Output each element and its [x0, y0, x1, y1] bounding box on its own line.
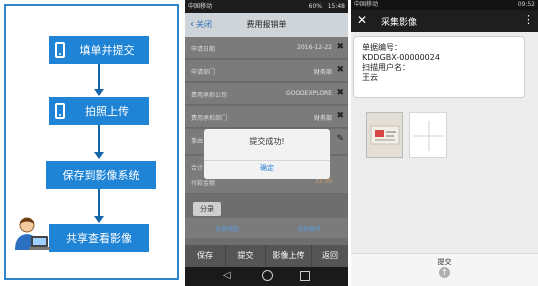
- flow-arrow: [94, 189, 104, 223]
- step-label: 拍照上传: [85, 105, 129, 118]
- capture-image-screen: 中国移动 09:52 ✕ 采集影像 ⋮ 单据编号： KDDGBX-0000002…: [351, 0, 538, 286]
- page-title: 费用报销单: [246, 20, 287, 29]
- scanner-label: 扫描用户名：: [362, 63, 410, 72]
- dialog-ok-button[interactable]: 确定: [204, 163, 330, 173]
- app-header: ✕ 采集影像 ⋮: [351, 10, 538, 32]
- step-share-view: 共享查看影像: [49, 224, 149, 252]
- field-label: 付款金额: [191, 180, 216, 187]
- success-dialog: 提交成功! 确定: [204, 129, 330, 179]
- field-value: 33.00: [314, 178, 332, 185]
- field-row[interactable]: 申请日期 2016-12-22 ✖: [185, 37, 348, 59]
- submit-button-label[interactable]: 提交: [351, 257, 538, 267]
- add-image-button[interactable]: [409, 112, 447, 158]
- field-value: GOODEXPLORE: [285, 90, 332, 97]
- field-label: 费用承担公司: [191, 92, 228, 99]
- field-row[interactable]: 费用承担公司 GOODEXPLORE ✖: [185, 83, 348, 105]
- save-button[interactable]: 保存: [185, 245, 225, 267]
- bottom-action-bar: 保存 提交 影像上传 返回: [185, 245, 348, 267]
- recents-square-icon[interactable]: [300, 271, 310, 281]
- plus-icon: [414, 121, 444, 151]
- home-circle-icon[interactable]: [262, 270, 273, 281]
- field-label: 事由: [191, 138, 204, 145]
- dialog-divider: [204, 160, 330, 161]
- step-save-image-system: 保存到影像系统: [46, 161, 156, 189]
- field-row[interactable]: 申请部门 财务部 ✖: [185, 60, 348, 82]
- submit-bar: 提交 ↑: [351, 253, 538, 286]
- receipt-image-icon: [370, 125, 400, 145]
- clear-icon[interactable]: ✖: [336, 111, 344, 121]
- doc-number-label: 单据编号：: [362, 43, 402, 52]
- step-label: 填单并提交: [79, 44, 135, 57]
- flow-arrow: [94, 64, 104, 96]
- edit-icon[interactable]: ✎: [336, 134, 344, 144]
- clear-icon[interactable]: ✖: [336, 65, 344, 75]
- field-value: 财务部: [313, 69, 332, 76]
- time-text: 15:48: [327, 3, 345, 10]
- carrier-text: 中国移动: [188, 3, 213, 10]
- user-computer-icon: [15, 217, 50, 250]
- clear-icon[interactable]: ✖: [336, 42, 344, 52]
- submit-button[interactable]: 提交: [225, 245, 265, 267]
- status-bar: 中国移动 60% 15:48: [185, 0, 348, 13]
- app-header: ‹ 关闭 费用报销单: [185, 13, 348, 37]
- android-nav-bar: ◁: [185, 267, 348, 286]
- field-label: 申请日期: [191, 46, 216, 53]
- return-button[interactable]: 返回: [311, 245, 348, 267]
- expense-form-screen: 中国移动 60% 15:48 ‹ 关闭 费用报销单 申请日期 2016-12-2…: [185, 0, 348, 286]
- collapse-all-link[interactable]: 全部收起: [215, 224, 239, 233]
- field-row[interactable]: 费用承担部门 财务部 ✖: [185, 106, 348, 128]
- phone-icon: [55, 42, 65, 58]
- workflow-diagram: 填单并提交 拍照上传 保存到影像系统 共享查看影像: [4, 4, 179, 280]
- carrier-text: 中国移动: [354, 1, 379, 8]
- phone-icon: [55, 103, 65, 119]
- step-label: 保存到影像系统: [62, 169, 140, 182]
- field-label: 费用承担部门: [191, 115, 228, 122]
- close-icon[interactable]: ✕: [357, 13, 367, 27]
- status-bar: 中国移动 09:52: [351, 0, 538, 10]
- entries-links-bar: 全部收起 全部展开: [185, 218, 348, 238]
- doc-number-value: KDDGBX-00000024: [362, 53, 440, 62]
- field-label: 申请部门: [191, 69, 216, 76]
- step-label: 共享查看影像: [66, 232, 132, 245]
- field-value: 2016-12-22: [297, 44, 332, 51]
- field-label: 合计: [191, 165, 204, 172]
- expand-all-link[interactable]: 全部展开: [297, 224, 321, 233]
- clear-icon[interactable]: ✖: [336, 88, 344, 98]
- scanner-value: 王云: [362, 73, 378, 82]
- page-title: 采集影像: [381, 18, 418, 28]
- image-upload-button[interactable]: 影像上传: [265, 245, 311, 267]
- dialog-message: 提交成功!: [249, 137, 285, 146]
- battery-text: 60%: [308, 3, 322, 10]
- field-value: 财务部: [313, 115, 332, 122]
- step-fill-submit: 填单并提交: [49, 36, 149, 64]
- document-info-card: 单据编号： KDDGBX-00000024 扫描用户名： 王云: [353, 36, 525, 98]
- more-vertical-icon[interactable]: ⋮: [523, 13, 534, 26]
- upload-arrow-icon[interactable]: ↑: [439, 267, 450, 278]
- time-text: 09:52: [517, 1, 535, 8]
- receipt-thumbnail[interactable]: [366, 112, 403, 158]
- flow-arrow: [94, 125, 104, 159]
- tab-entries[interactable]: 分录: [193, 202, 221, 216]
- step-photo-upload: 拍照上传: [49, 97, 149, 125]
- back-triangle-icon[interactable]: ◁: [223, 270, 231, 281]
